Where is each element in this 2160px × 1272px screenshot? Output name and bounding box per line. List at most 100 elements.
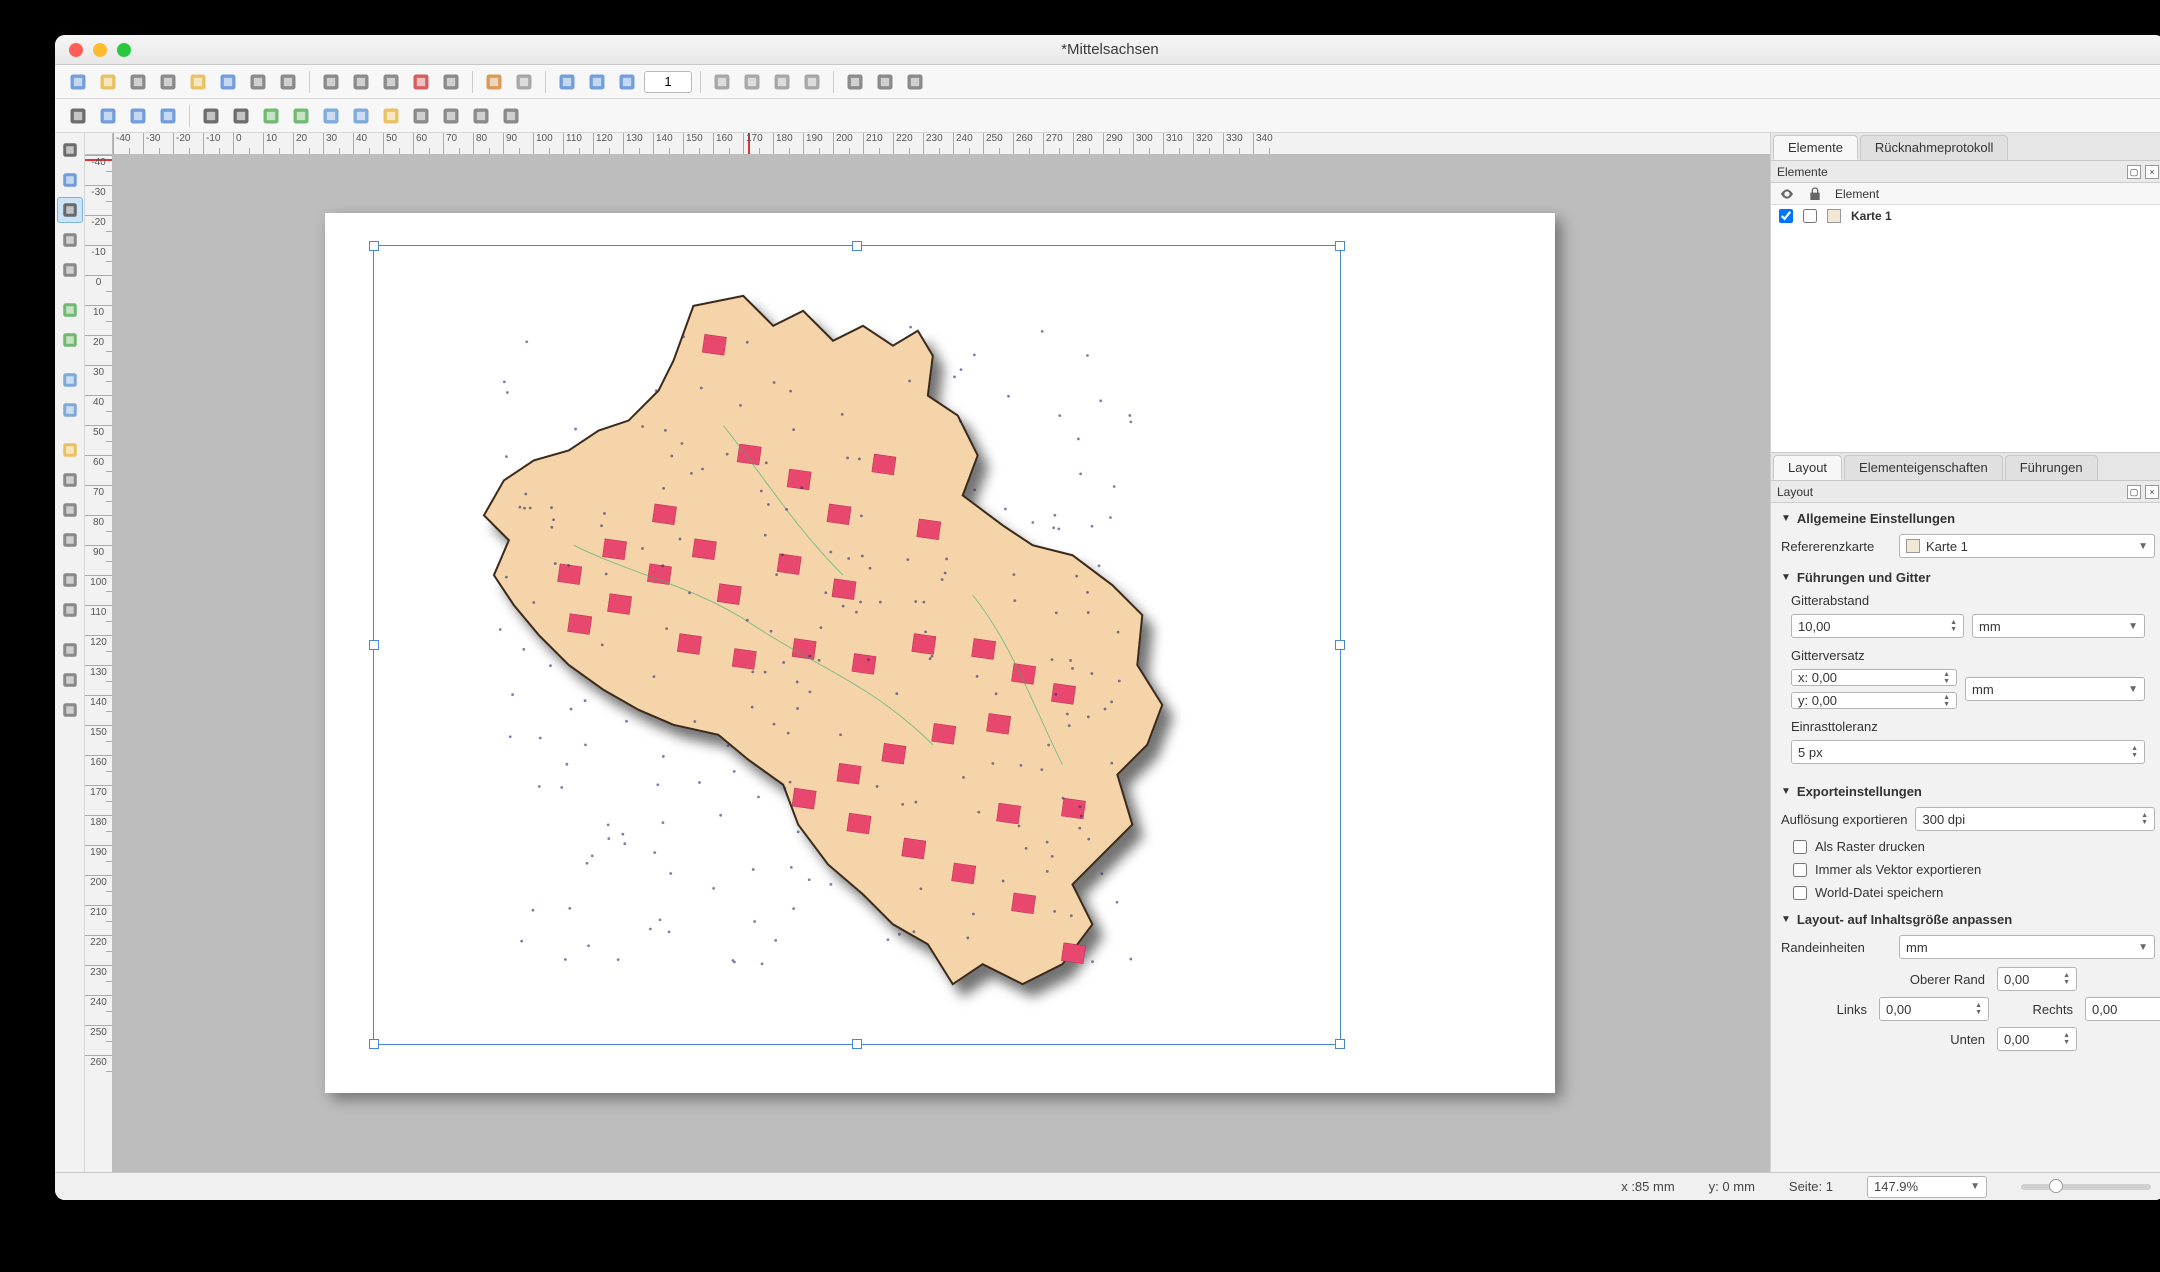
grid-offset-x-input[interactable]: x: 0,00▲▼: [1791, 669, 1957, 686]
section-general-header[interactable]: ▼Allgemeine Einstellungen: [1771, 503, 2160, 530]
grid-offset-y-input[interactable]: y: 0,00▲▼: [1791, 692, 1957, 709]
panel-close-button[interactable]: ×: [2145, 165, 2159, 179]
atlas-export-button[interactable]: [842, 69, 868, 95]
add-label-button[interactable]: [348, 103, 374, 129]
nav-last-button[interactable]: [799, 69, 825, 95]
canvas-area[interactable]: -40-30-20-100102030405060708090100110120…: [85, 133, 1770, 1172]
panel-close-button[interactable]: ×: [2145, 485, 2159, 499]
handle-bottom-right[interactable]: [1335, 1039, 1345, 1049]
add-scalebar-button[interactable]: [408, 103, 434, 129]
add-map-button[interactable]: [258, 103, 284, 129]
atlas-toggle-button[interactable]: [902, 69, 928, 95]
zoom-full-button[interactable]: [554, 69, 580, 95]
move-content-tool[interactable]: [57, 227, 83, 253]
item-visibility-checkbox[interactable]: [1779, 209, 1793, 223]
print-layers-button[interactable]: [378, 69, 404, 95]
export-pdf-button[interactable]: [408, 69, 434, 95]
zoom-in-button[interactable]: [584, 69, 610, 95]
margin-bottom-input[interactable]: 0,00▲▼: [1997, 1027, 2077, 1051]
select-tool[interactable]: [57, 197, 83, 223]
undo-button[interactable]: [481, 69, 507, 95]
nav-next-button[interactable]: [769, 69, 795, 95]
snap-tolerance-input[interactable]: 5 px▲▼: [1791, 740, 2145, 764]
save-world-file-checkbox[interactable]: [1793, 886, 1807, 900]
grid-spacing-unit-combo[interactable]: mm▼: [1972, 614, 2145, 638]
save-layout-button[interactable]: [65, 69, 91, 95]
margin-top-input[interactable]: 0,00▲▼: [1997, 967, 2077, 991]
tab-guides[interactable]: Führungen: [2005, 455, 2098, 480]
save-template-button[interactable]: [215, 69, 241, 95]
export-svg-button[interactable]: [438, 69, 464, 95]
always-vector-checkbox[interactable]: [1793, 863, 1807, 877]
reference-map-combo[interactable]: Karte 1 ▼: [1899, 534, 2155, 558]
add-legend-tool[interactable]: [57, 437, 83, 463]
add-scalebar-tool[interactable]: [57, 467, 83, 493]
handle-top-right[interactable]: [1335, 241, 1345, 251]
zoom-tool[interactable]: [57, 167, 83, 193]
redo-button[interactable]: [511, 69, 537, 95]
add-northarrow-button[interactable]: [438, 103, 464, 129]
add-shape-tool[interactable]: [57, 527, 83, 553]
pan-tool[interactable]: [57, 137, 83, 163]
grid-spacing-input[interactable]: 10,00▲▼: [1791, 614, 1964, 638]
zoom-out-button[interactable]: [614, 69, 640, 95]
add-3dmap-button[interactable]: [288, 103, 314, 129]
section-resize-header[interactable]: ▼Layout- auf Inhaltsgröße anpassen: [1771, 904, 2160, 931]
handle-bottom-left[interactable]: [369, 1039, 379, 1049]
print-as-raster-checkbox[interactable]: [1793, 840, 1807, 854]
margin-left-input[interactable]: 0,00▲▼: [1879, 997, 1989, 1021]
horizontal-ruler[interactable]: -40-30-20-100102030405060708090100110120…: [113, 133, 1770, 155]
nav-first-button[interactable]: [709, 69, 735, 95]
duplicate-layout-button[interactable]: [125, 69, 151, 95]
add-3dmap-tool[interactable]: [57, 327, 83, 353]
add-arrow-tool[interactable]: [57, 567, 83, 593]
add-html-tool[interactable]: [57, 637, 83, 663]
print-button[interactable]: [318, 69, 344, 95]
add-fixedtable-tool[interactable]: [57, 697, 83, 723]
margin-right-input[interactable]: 0,00▲▼: [2085, 997, 2160, 1021]
select-button[interactable]: [198, 103, 224, 129]
tab-item-properties[interactable]: Elementeigenschaften: [1844, 455, 2003, 480]
handle-left-center[interactable]: [369, 640, 379, 650]
add-label-tool[interactable]: [57, 397, 83, 423]
handle-top-center[interactable]: [852, 241, 862, 251]
layout-properties[interactable]: ▼Allgemeine Einstellungen Refererenzkart…: [1771, 503, 2160, 1172]
page-number-input[interactable]: [644, 71, 692, 93]
zoom-slider-thumb[interactable]: [2049, 1179, 2063, 1193]
layout-options-button[interactable]: [245, 69, 271, 95]
open-template-button[interactable]: [185, 69, 211, 95]
zoom-combo[interactable]: 147.9%▼: [1867, 1176, 1987, 1198]
add-nodeitem-tool[interactable]: [57, 597, 83, 623]
list-item[interactable]: Karte 1: [1771, 205, 2160, 227]
grid-offset-unit-combo[interactable]: mm▼: [1965, 677, 2145, 701]
add-image-button[interactable]: [318, 103, 344, 129]
margin-unit-combo[interactable]: mm▼: [1899, 935, 2155, 959]
handle-bottom-center[interactable]: [852, 1039, 862, 1049]
atlas-settings-button[interactable]: [872, 69, 898, 95]
add-legend-button[interactable]: [378, 103, 404, 129]
handle-top-left[interactable]: [369, 241, 379, 251]
vertical-ruler[interactable]: -40-30-20-100102030405060708090100110120…: [85, 155, 113, 1172]
edit-nodes-tool[interactable]: [57, 257, 83, 283]
add-image-tool[interactable]: [57, 367, 83, 393]
tab-undo-history[interactable]: Rücknahmeprotokoll: [1860, 135, 2009, 160]
export-dpi-input[interactable]: 300 dpi▲▼: [1915, 807, 2155, 831]
section-export-header[interactable]: ▼Exporteinstellungen: [1771, 776, 2160, 803]
add-shape-button[interactable]: [468, 103, 494, 129]
nav-prev-button[interactable]: [739, 69, 765, 95]
new-layout-button[interactable]: [95, 69, 121, 95]
add-map-tool[interactable]: [57, 297, 83, 323]
panel-undock-button[interactable]: ▢: [2127, 485, 2141, 499]
pan-button[interactable]: [65, 103, 91, 129]
select-all-button[interactable]: [228, 103, 254, 129]
layout-manager-button[interactable]: [155, 69, 181, 95]
add-items-button[interactable]: [275, 69, 301, 95]
tab-layout[interactable]: Layout: [1773, 455, 1842, 480]
refresh-button[interactable]: [155, 103, 181, 129]
zoom-slider[interactable]: [2021, 1184, 2151, 1190]
map-item-selection[interactable]: [373, 245, 1341, 1045]
panel-undock-button[interactable]: ▢: [2127, 165, 2141, 179]
elements-list[interactable]: Karte 1: [1771, 205, 2160, 453]
item-lock-checkbox[interactable]: [1803, 209, 1817, 223]
tab-elements[interactable]: Elemente: [1773, 135, 1858, 160]
